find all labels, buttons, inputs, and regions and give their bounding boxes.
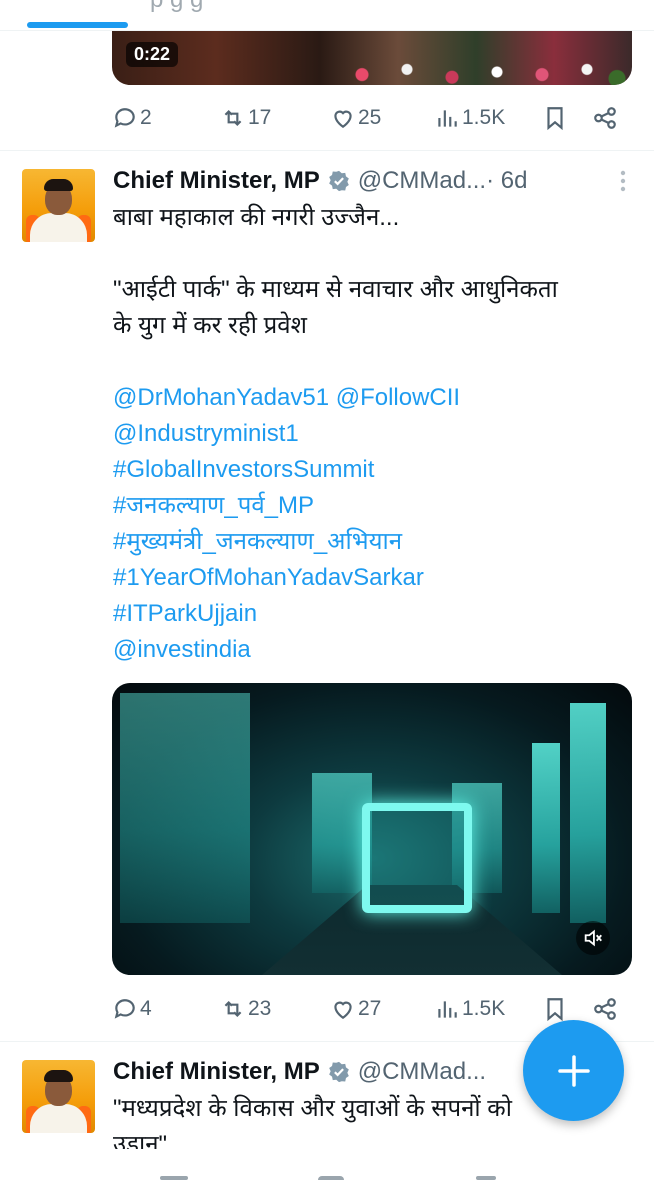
avatar-body [30,1104,87,1133]
reply-count: 2 [140,106,152,129]
views-button[interactable]: 1.5K [434,994,505,1024]
views-count: 1.5K [462,997,506,1020]
like-count: 25 [358,106,382,129]
text-line: के युग में कर रही प्रवेश [113,312,307,339]
avatar[interactable] [22,1060,95,1133]
tweet-divider [0,150,654,151]
video-frame-building [120,693,250,923]
tweet1-video[interactable]: 0:22 [112,31,632,85]
hashtag-link[interactable]: #1YearOfMohanYadavSarkar [113,560,623,596]
bookmark-icon [547,998,563,1022]
share-button[interactable] [592,103,618,133]
author-name[interactable]: Chief Minister, MP [113,167,320,195]
views-icon [438,110,457,127]
like-button[interactable]: 27 [330,994,381,1024]
hashtag-link[interactable]: #मुख्यमंत्री_जनकल्याण_अभियान [113,524,623,560]
compose-button[interactable] [523,1020,624,1121]
verified-badge-icon [328,170,349,192]
author-name[interactable]: Chief Minister, MP [113,1058,320,1086]
video-frame-building [532,743,560,913]
mention-link[interactable]: @investindia [113,632,623,668]
share-button[interactable] [592,994,618,1024]
post-time[interactable]: · 6d [486,167,527,195]
hashtag-link[interactable]: #ITParkUjjain [113,596,623,632]
reply-icon [114,999,135,1019]
verified-badge-icon [328,1061,349,1083]
video-frame-building [570,703,606,923]
tab-label-clipped[interactable]: p g g [150,0,203,14]
video-duration: 0:22 [126,42,179,67]
like-count: 27 [358,997,382,1020]
plus-icon [557,1054,590,1087]
repost-count: 23 [248,997,272,1020]
more-icon[interactable] [613,167,633,195]
repost-count: 17 [248,106,272,129]
tweet2-video[interactable] [112,683,632,975]
reply-button[interactable]: 4 [112,994,152,1024]
views-button[interactable]: 1.5K [434,103,505,133]
repost-button[interactable]: 23 [220,994,271,1024]
share-icon [594,998,616,1020]
heart-icon [334,110,352,128]
views-count: 1.5K [462,106,506,129]
heart-icon [334,1001,352,1019]
nav-home-icon[interactable] [318,1176,344,1180]
hashtag-link[interactable]: #जनकल्याण_पर्व_MP [113,488,623,524]
tweet2-header: Chief Minister, MP @CMMad... · 6d [113,165,633,197]
top-tab-strip: p g g [0,0,654,31]
tweet1-action-bar: 2 17 25 1.5K [112,103,632,133]
nav-recents-icon[interactable] [160,1176,188,1180]
bookmark-icon [547,107,563,131]
bookmark-button[interactable] [542,994,568,1024]
author-handle[interactable]: @CMMad... [358,1058,486,1086]
avatar-hair [44,1070,73,1082]
video-frame-flowers [332,59,632,85]
text-line: "आईटी पार्क" के माध्यम से नवाचार और आधुन… [113,276,558,303]
text-line: उड़ान" [113,1131,168,1149]
text-line: बाबा महाकाल की नगरी उज्जैन... [113,204,400,231]
reply-button[interactable]: 2 [112,103,152,133]
reply-count: 4 [140,997,152,1020]
avatar[interactable] [22,169,95,242]
nav-back-icon[interactable] [476,1176,496,1180]
tweet2-text: बाबा महाकाल की नगरी उज्जैन... "आईटी पार्… [113,200,623,668]
avatar-hair [44,179,73,191]
mention-link[interactable]: @Industryminist1 [113,416,623,452]
mute-button[interactable] [576,921,610,955]
mention-link[interactable]: @DrMohanYadav51 @FollowCII [113,380,623,416]
active-tab-indicator [27,22,128,28]
like-button[interactable]: 25 [330,103,381,133]
hashtag-link[interactable]: #GlobalInvestorsSummit [113,452,623,488]
share-icon [594,107,616,129]
bookmark-button[interactable] [542,103,568,133]
repost-icon [224,1000,242,1018]
reply-icon [114,108,135,128]
tweet2-action-bar: 4 23 27 1.5K [112,994,632,1024]
system-nav-bar [0,1160,654,1183]
repost-icon [224,109,242,127]
author-handle[interactable]: @CMMad... [358,167,486,195]
repost-button[interactable]: 17 [220,103,271,133]
views-icon [438,1001,457,1018]
mute-icon [584,929,602,947]
avatar-body [30,213,87,242]
video-frame-cube [362,803,472,913]
